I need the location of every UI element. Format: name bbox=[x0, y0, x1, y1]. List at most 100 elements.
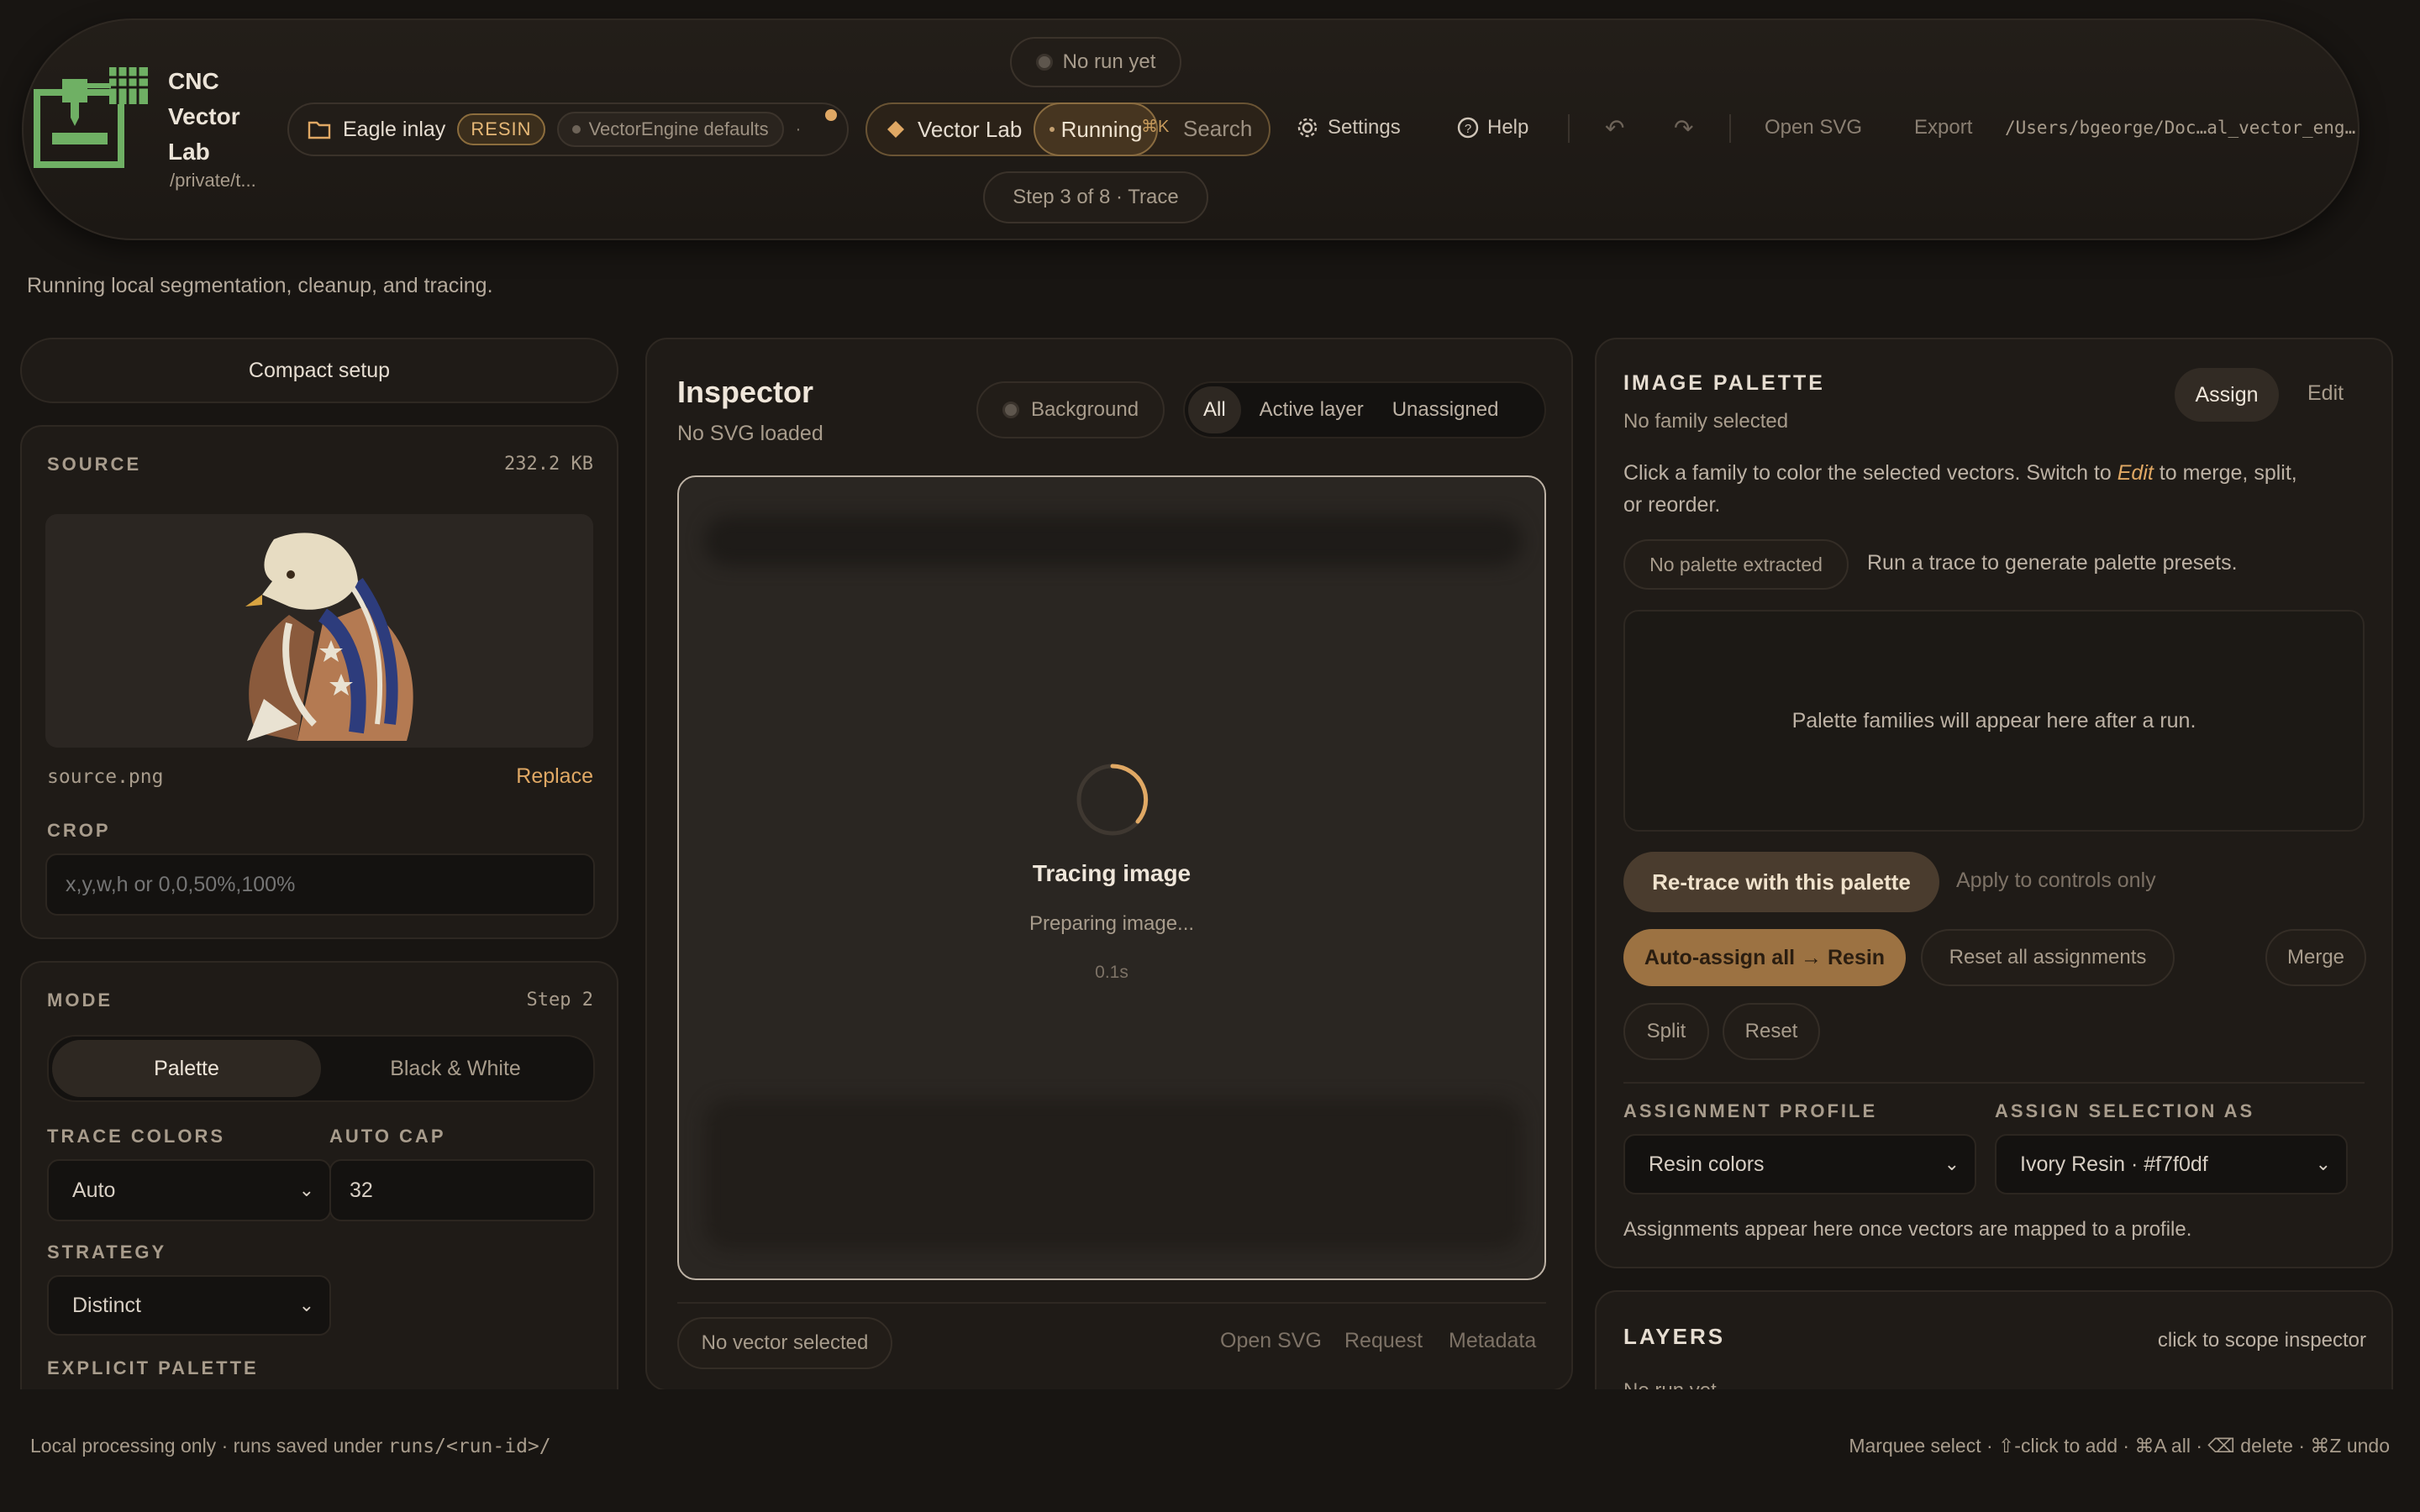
filter-label: All bbox=[1203, 398, 1226, 421]
retrace-label: Re-trace with this palette bbox=[1652, 869, 1911, 895]
filter-label: Active layer bbox=[1259, 398, 1364, 421]
filter-unassigned[interactable]: Unassigned bbox=[1382, 386, 1509, 433]
elapsed-time: 0.1s bbox=[1095, 963, 1128, 982]
request-link[interactable]: Request bbox=[1344, 1329, 1423, 1353]
assign-selection-value: Ivory Resin · #f7f0df bbox=[2020, 1152, 2208, 1176]
trace-colors-value: Auto bbox=[72, 1178, 116, 1202]
running-dot-icon bbox=[1049, 127, 1055, 132]
merge-label: Merge bbox=[2286, 946, 2345, 969]
auto-cap-input[interactable]: 32 bbox=[329, 1159, 595, 1221]
assign-selection-select[interactable]: Ivory Resin · #f7f0df ⌄ bbox=[1995, 1134, 2348, 1194]
retrace-button[interactable]: Re-trace with this palette bbox=[1623, 852, 1939, 912]
header-divider bbox=[1729, 114, 1731, 143]
strategy-label: STRATEGY bbox=[47, 1242, 167, 1263]
unsaved-dot-icon bbox=[825, 109, 837, 121]
filter-active-layer[interactable]: Active layer bbox=[1246, 386, 1377, 433]
run-status-label: No run yet bbox=[1062, 50, 1156, 73]
help-button[interactable]: ? Help bbox=[1457, 116, 1528, 139]
help-label: Help bbox=[1487, 116, 1529, 139]
export-button[interactable]: Export bbox=[1914, 116, 1972, 139]
open-svg-link[interactable]: Open SVG bbox=[1220, 1329, 1322, 1353]
filter-label: Unassigned bbox=[1392, 398, 1499, 421]
app-logo bbox=[34, 67, 148, 168]
mode-option-palette[interactable]: Palette bbox=[52, 1040, 321, 1097]
mode-option-bw[interactable]: Black & White bbox=[321, 1040, 590, 1097]
file-path: /Users/bgeorge/Doc…al_vector_eng… bbox=[2005, 118, 2356, 138]
source-thumbnail[interactable] bbox=[45, 514, 593, 748]
assignment-note: Assignments appear here once vectors are… bbox=[1623, 1218, 2192, 1241]
compact-setup-button[interactable]: Compact setup bbox=[20, 338, 618, 403]
tab-assign[interactable]: Assign bbox=[2175, 368, 2279, 422]
palette-help-edit: Edit bbox=[2117, 461, 2154, 485]
more-icon[interactable]: · bbox=[796, 120, 802, 139]
no-palette-label: No palette extracted bbox=[1649, 553, 1823, 575]
palette-families-empty: Palette families will appear here after … bbox=[1623, 610, 2365, 832]
source-filename: source.png bbox=[47, 766, 164, 788]
background-toggle[interactable]: Background bbox=[976, 381, 1165, 438]
status-message: Running local segmentation, cleanup, and… bbox=[27, 274, 493, 297]
reset-all-button[interactable]: Reset all assignments bbox=[1921, 929, 2175, 986]
canvas-area[interactable]: Tracing image Preparing image... 0.1s bbox=[677, 475, 1546, 1280]
assignment-profile-select[interactable]: Resin colors ⌄ bbox=[1623, 1134, 1976, 1194]
svg-text:?: ? bbox=[1465, 122, 1471, 136]
mode-toggle: Palette Black & White bbox=[47, 1035, 595, 1102]
open-svg-button[interactable]: Open SVG bbox=[1765, 116, 1862, 139]
palette-help-text: or reorder. bbox=[1623, 493, 1721, 517]
loading-title: Tracing image bbox=[1032, 860, 1192, 886]
replace-button[interactable]: Replace bbox=[516, 764, 593, 789]
preset-dot-icon bbox=[571, 125, 581, 134]
tab-label: Assign bbox=[2195, 382, 2259, 407]
preset-label: VectorEngine defaults bbox=[588, 118, 769, 139]
layers-panel: LAYERS click to scope inspector No run y… bbox=[1595, 1290, 2393, 1396]
search-shortcut: ⌘K bbox=[1141, 118, 1170, 136]
split-button[interactable]: Split bbox=[1623, 1003, 1709, 1060]
metadata-link[interactable]: Metadata bbox=[1449, 1329, 1536, 1353]
inspector-divider bbox=[677, 1302, 1546, 1304]
tab-edit[interactable]: Edit bbox=[2307, 381, 2344, 406]
chevron-down-icon: ⌄ bbox=[1944, 1153, 1960, 1174]
filter-all[interactable]: All bbox=[1188, 386, 1241, 433]
palette-empty-label: Palette families will appear here after … bbox=[1791, 708, 2196, 732]
trace-colors-select[interactable]: Auto ⌄ bbox=[47, 1159, 331, 1221]
crop-input[interactable] bbox=[45, 853, 595, 916]
inspector-title: Inspector bbox=[677, 375, 814, 409]
search-button[interactable]: Search bbox=[1183, 116, 1252, 142]
merge-button[interactable]: Merge bbox=[2265, 929, 2366, 986]
image-palette-panel: IMAGE PALETTE No family selected Assign … bbox=[1595, 338, 2393, 1268]
reset-all-label: Reset all assignments bbox=[1949, 946, 2147, 969]
help-icon: ? bbox=[1457, 117, 1479, 139]
inspector-filter: All Active layer Unassigned bbox=[1183, 381, 1546, 438]
source-size: 232.2 KB bbox=[504, 454, 593, 475]
redo-icon[interactable]: ↷ bbox=[1674, 114, 1693, 142]
undo-icon[interactable]: ↶ bbox=[1605, 114, 1624, 142]
auto-assign-button[interactable]: Auto-assign all → Resin bbox=[1623, 929, 1906, 986]
palette-title: IMAGE PALETTE bbox=[1623, 371, 1825, 395]
header-divider bbox=[1568, 114, 1570, 143]
run-status: No run yet bbox=[1010, 37, 1181, 87]
app-path: /private/t... bbox=[170, 170, 256, 191]
footer-run-path: runs/<run-id>/ bbox=[387, 1436, 551, 1457]
step-indicator: Step 3 of 8 · Trace bbox=[983, 171, 1208, 223]
preset-tag[interactable]: VectorEngine defaults bbox=[556, 112, 784, 147]
app-name-line: Vector bbox=[168, 103, 240, 129]
reset-button[interactable]: Reset bbox=[1723, 1003, 1820, 1060]
background-dot-icon bbox=[1002, 402, 1019, 418]
auto-cap-value: 32 bbox=[350, 1178, 373, 1202]
status-dot-icon bbox=[1035, 54, 1053, 71]
vector-lab-label: Vector Lab bbox=[918, 116, 1023, 142]
project-selector[interactable]: Eagle inlay RESIN VectorEngine defaults … bbox=[287, 102, 849, 156]
settings-button[interactable]: Settings bbox=[1296, 116, 1401, 139]
reset-label: Reset bbox=[1744, 1020, 1798, 1042]
running-label: Running bbox=[1060, 116, 1143, 142]
mode-option-label: Palette bbox=[154, 1056, 219, 1080]
mode-label: MODE bbox=[47, 990, 113, 1011]
layers-hint: click to scope inspector bbox=[2157, 1329, 2366, 1352]
auto-assign-label: Auto-assign all → Resin bbox=[1644, 945, 1886, 969]
assign-selection-label: ASSIGN SELECTION AS bbox=[1995, 1100, 2255, 1121]
strategy-select[interactable]: Distinct ⌄ bbox=[47, 1275, 331, 1336]
no-palette-badge: No palette extracted bbox=[1623, 539, 1849, 590]
inspector-panel: Inspector No SVG loaded Background All A… bbox=[645, 338, 1573, 1391]
loading-subtitle: Preparing image... bbox=[1028, 912, 1195, 935]
apply-controls-button[interactable]: Apply to controls only bbox=[1956, 869, 2156, 893]
assignment-profile-value: Resin colors bbox=[1649, 1152, 1765, 1176]
